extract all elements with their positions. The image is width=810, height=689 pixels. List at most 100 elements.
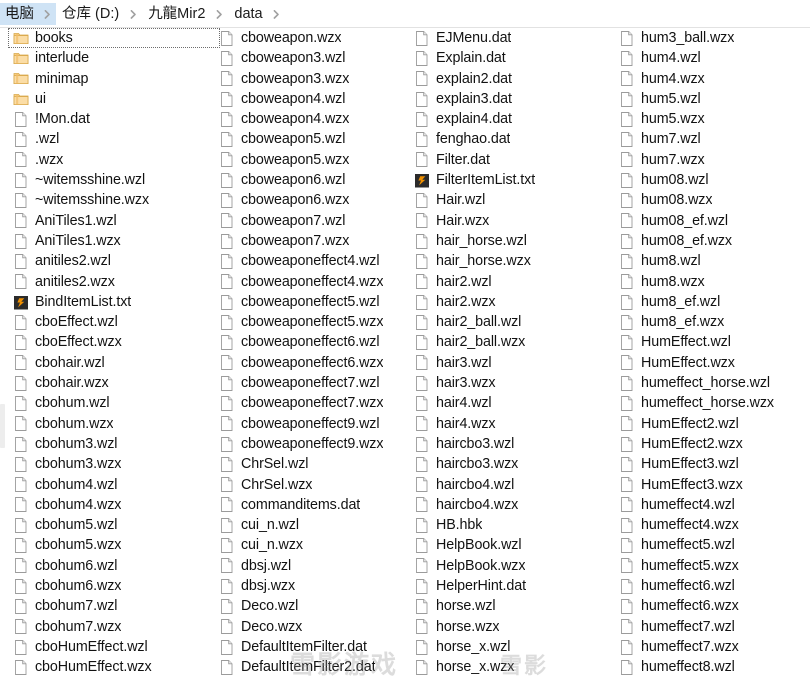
file-list-item[interactable]: anitiles2.wzl (8, 251, 220, 271)
file-list-item[interactable]: ui (8, 89, 220, 109)
file-list-item[interactable]: hair2_ball.wzl (409, 312, 617, 332)
file-list-item[interactable]: Hair.wzl (409, 190, 617, 210)
file-list-item[interactable]: cbohum6.wzl (8, 556, 220, 576)
file-list-item[interactable]: cboweapon3.wzx (214, 69, 414, 89)
file-list-item[interactable]: hair2_ball.wzx (409, 332, 617, 352)
file-list-item[interactable]: cboweapon7.wzl (214, 211, 414, 231)
file-list-item[interactable]: cboweapon.wzx (214, 28, 414, 48)
address-bar[interactable]: 电脑 仓库 (D:) 九龍Mir2 data (0, 0, 810, 28)
file-list-item[interactable]: humeffect5.wzx (614, 556, 810, 576)
file-list-item[interactable]: cboweapon6.wzl (214, 170, 414, 190)
file-list-item[interactable]: cbohum6.wzx (8, 576, 220, 596)
file-list-column-2[interactable]: EJMenu.dat Explain.dat explain2.dat explain… (409, 28, 617, 689)
file-list-item[interactable]: humeffect4.wzx (614, 515, 810, 535)
file-list-item[interactable]: fenghao.dat (409, 129, 617, 149)
breadcrumb-item-1[interactable]: 仓库 (D:) (56, 3, 124, 25)
file-list-item[interactable]: DefaultItemFilter.dat (214, 637, 414, 657)
file-list-item[interactable]: HumEffect.wzl (614, 332, 810, 352)
file-list-item[interactable]: hair_horse.wzl (409, 231, 617, 251)
file-list-item[interactable]: hair4.wzx (409, 414, 617, 434)
file-list-item[interactable]: humeffect7.wzx (614, 637, 810, 657)
file-list-item[interactable]: hum4.wzx (614, 69, 810, 89)
file-list-item[interactable]: cboHumEffect.wzx (8, 657, 220, 677)
file-list-item[interactable]: cbohum4.wzx (8, 495, 220, 515)
pane-splitter-handle[interactable] (0, 404, 5, 448)
file-list-item[interactable]: hum3_ball.wzx (614, 28, 810, 48)
file-list-item[interactable]: horse_x.wzl (409, 637, 617, 657)
file-list-item[interactable]: hair3.wzx (409, 373, 617, 393)
file-list-item[interactable]: cboweapon3.wzl (214, 48, 414, 68)
file-list-column-0[interactable]: books interlude minimap ui !Mon.dat .wzl .wzx ~… (8, 28, 220, 689)
file-list-item[interactable]: cui_n.wzl (214, 515, 414, 535)
file-list-item[interactable]: HelpBook.wzl (409, 535, 617, 555)
file-list-item[interactable]: cbohum.wzl (8, 393, 220, 413)
file-list-item[interactable]: cbohum.wzx (8, 414, 220, 434)
file-list-item[interactable]: cboweaponeffect5.wzx (214, 312, 414, 332)
file-list-item[interactable]: hum8.wzl (614, 251, 810, 271)
file-list-item[interactable]: horse_x.wzx (409, 657, 617, 677)
file-list-item[interactable]: cboweapon4.wzx (214, 109, 414, 129)
file-list-item[interactable]: cboHumEffect.wzl (8, 637, 220, 657)
file-list-item[interactable]: HumEffect3.wzl (614, 454, 810, 474)
file-list-item[interactable]: humeffect8.wzl (614, 657, 810, 677)
file-list-item[interactable]: humeffect_horse.wzx (614, 393, 810, 413)
file-list-item[interactable]: Filter.dat (409, 150, 617, 170)
file-list-item[interactable]: cboweaponeffect9.wzx (214, 434, 414, 454)
file-list-item[interactable]: humeffect6.wzl (614, 576, 810, 596)
breadcrumb-item-0[interactable]: 电脑 (0, 3, 38, 25)
file-list-item[interactable]: cboweapon4.wzl (214, 89, 414, 109)
file-list-item[interactable]: cbohum4.wzl (8, 475, 220, 495)
file-list-item[interactable]: hair_horse.wzx (409, 251, 617, 271)
file-list-item[interactable]: humeffect7.wzl (614, 617, 810, 637)
file-list-column-3[interactable]: hum3_ball.wzx hum4.wzl hum4.wzx hum5.wzl hum… (614, 28, 810, 689)
file-list-item[interactable]: hum5.wzl (614, 89, 810, 109)
file-list-item[interactable]: ChrSel.wzl (214, 454, 414, 474)
file-list-column-1[interactable]: cboweapon.wzx cboweapon3.wzl cboweapon3.wz… (214, 28, 414, 689)
chevron-right-icon[interactable] (210, 3, 228, 25)
file-list-item[interactable]: horse.wzl (409, 596, 617, 616)
chevron-right-icon[interactable] (38, 3, 56, 25)
file-list-item[interactable]: explain2.dat (409, 69, 617, 89)
file-list-item[interactable]: cboweaponeffect6.wzl (214, 332, 414, 352)
file-list-item[interactable]: cboweapon6.wzx (214, 190, 414, 210)
file-list-item[interactable]: hum7.wzx (614, 150, 810, 170)
file-list-item[interactable]: HB.hbk (409, 515, 617, 535)
file-list-item[interactable]: HelperHint.dat (409, 576, 617, 596)
file-list-item[interactable]: hum08_ef.wzx (614, 231, 810, 251)
file-list-item[interactable]: cui_n.wzx (214, 535, 414, 555)
file-list-item[interactable]: cboEffect.wzl (8, 312, 220, 332)
file-list-item[interactable]: cbohair.wzx (8, 373, 220, 393)
file-list-item[interactable]: HumEffect2.wzl (614, 414, 810, 434)
file-list-item[interactable]: interlude (8, 48, 220, 68)
file-list-item[interactable]: hair3.wzl (409, 353, 617, 373)
file-list-item[interactable]: !Mon.dat (8, 109, 220, 129)
file-list-item[interactable]: explain3.dat (409, 89, 617, 109)
file-list-item[interactable]: cboEffect.wzx (8, 332, 220, 352)
file-list-item[interactable]: cboweaponeffect9.wzl (214, 414, 414, 434)
file-list-item[interactable]: cboweaponeffect5.wzl (214, 292, 414, 312)
file-list-item[interactable]: hair2.wzx (409, 292, 617, 312)
file-list-item[interactable]: cboweaponeffect4.wzl (214, 251, 414, 271)
file-list-item[interactable]: hum8_ef.wzl (614, 292, 810, 312)
file-list-item[interactable]: hum08.wzx (614, 190, 810, 210)
breadcrumb-item-2[interactable]: 九龍Mir2 (142, 3, 210, 25)
file-list-item[interactable]: hair4.wzl (409, 393, 617, 413)
file-list-item[interactable]: Explain.dat (409, 48, 617, 68)
file-list-item[interactable]: hum8.wzx (614, 272, 810, 292)
file-list-item[interactable]: BindItemList.txt (8, 292, 220, 312)
file-list-item[interactable]: dbsj.wzx (214, 576, 414, 596)
file-list-item[interactable]: cbohum5.wzx (8, 535, 220, 555)
file-list-item[interactable]: HelpBook.wzx (409, 556, 617, 576)
file-list-item[interactable]: Hair.wzx (409, 211, 617, 231)
file-list-item[interactable]: cboweapon5.wzx (214, 150, 414, 170)
file-list-item[interactable]: Deco.wzl (214, 596, 414, 616)
chevron-right-icon[interactable] (268, 3, 286, 25)
file-list-item[interactable]: cboweaponeffect7.wzx (214, 393, 414, 413)
breadcrumb-item-3[interactable]: data (228, 3, 267, 25)
file-list-item[interactable]: ~witemsshine.wzx (8, 190, 220, 210)
file-list-item[interactable]: hum08.wzl (614, 170, 810, 190)
file-list-item[interactable]: cboweaponeffect6.wzx (214, 353, 414, 373)
file-list-item[interactable]: .wzx (8, 150, 220, 170)
file-list-item[interactable]: dbsj.wzl (214, 556, 414, 576)
file-list-item[interactable]: EJMenu.dat (409, 28, 617, 48)
